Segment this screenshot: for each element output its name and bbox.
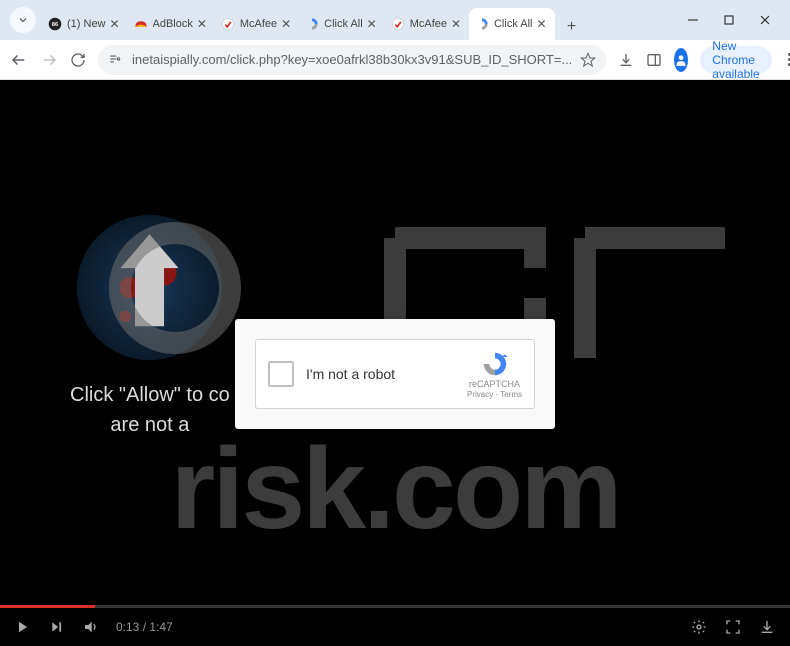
tab-label: Click All bbox=[494, 18, 533, 30]
close-icon[interactable]: ✕ bbox=[365, 17, 379, 31]
svg-text:86: 86 bbox=[52, 22, 58, 28]
close-icon[interactable]: ✕ bbox=[535, 17, 549, 31]
minimize-button[interactable] bbox=[684, 11, 702, 29]
recaptcha-links[interactable]: Privacy - Terms bbox=[467, 390, 522, 399]
tab-label: McAfee bbox=[410, 18, 447, 30]
close-icon[interactable]: ✕ bbox=[279, 17, 293, 31]
tab-4[interactable]: Click All ✕ bbox=[299, 8, 385, 40]
titlebar: 86 (1) New ✕ AdBlock ✕ McAfee ✕ Click Al… bbox=[0, 0, 790, 40]
favicon-recaptcha-icon bbox=[475, 17, 489, 31]
tab-3[interactable]: McAfee ✕ bbox=[215, 8, 299, 40]
tab-label: Click All bbox=[324, 18, 363, 30]
favicon-86-icon: 86 bbox=[48, 17, 62, 31]
settings-icon[interactable] bbox=[690, 618, 708, 636]
video-controls: 0:13 / 1:47 bbox=[0, 608, 790, 646]
forward-button[interactable] bbox=[40, 48, 58, 72]
favicon-adblock-icon bbox=[134, 17, 148, 31]
tab-6-active[interactable]: Click All ✕ bbox=[469, 8, 555, 40]
tab-label: AdBlock bbox=[153, 18, 193, 30]
play-button[interactable] bbox=[14, 618, 32, 636]
menu-button[interactable] bbox=[784, 53, 790, 66]
site-info-icon[interactable] bbox=[108, 52, 124, 68]
recaptcha-checkbox[interactable] bbox=[268, 361, 294, 387]
recaptcha-dialog: I'm not a robot reCAPTCHA Privacy - Term… bbox=[235, 319, 555, 429]
new-tab-button[interactable]: + bbox=[559, 14, 585, 40]
search-tabs-button[interactable] bbox=[10, 7, 36, 33]
address-bar[interactable]: inetaispially.com/click.php?key=xoe0afrk… bbox=[98, 45, 606, 75]
volume-button[interactable] bbox=[82, 618, 100, 636]
fullscreen-icon[interactable] bbox=[724, 618, 742, 636]
downloads-icon[interactable] bbox=[618, 49, 634, 71]
recaptcha-anchor[interactable]: I'm not a robot reCAPTCHA Privacy - Term… bbox=[255, 339, 535, 409]
bookmark-star-icon[interactable] bbox=[580, 52, 596, 68]
favicon-mcafee-icon bbox=[221, 17, 235, 31]
tab-label: McAfee bbox=[240, 18, 277, 30]
tab-2[interactable]: AdBlock ✕ bbox=[128, 8, 215, 40]
page-content: Click "Allow" to co are not a risk.com I… bbox=[0, 80, 790, 646]
download-video-icon[interactable] bbox=[758, 618, 776, 636]
tab-strip: 86 (1) New ✕ AdBlock ✕ McAfee ✕ Click Al… bbox=[42, 0, 676, 40]
reload-button[interactable] bbox=[70, 48, 86, 72]
recaptcha-logo: reCAPTCHA Privacy - Terms bbox=[467, 350, 522, 399]
toolbar: inetaispially.com/click.php?key=xoe0afrk… bbox=[0, 40, 790, 80]
url-text: inetaispially.com/click.php?key=xoe0afrk… bbox=[132, 52, 572, 67]
profile-button[interactable] bbox=[674, 48, 688, 72]
maximize-button[interactable] bbox=[720, 11, 738, 29]
video-time: 0:13 / 1:47 bbox=[116, 620, 173, 634]
favicon-recaptcha-icon bbox=[305, 17, 319, 31]
side-panel-icon[interactable] bbox=[646, 49, 662, 71]
next-button[interactable] bbox=[48, 618, 66, 636]
window-controls bbox=[676, 11, 782, 29]
close-icon[interactable]: ✕ bbox=[108, 17, 122, 31]
back-button[interactable] bbox=[10, 48, 28, 72]
close-icon[interactable]: ✕ bbox=[449, 17, 463, 31]
tab-1[interactable]: 86 (1) New ✕ bbox=[42, 8, 128, 40]
tab-label: (1) New bbox=[67, 18, 106, 30]
recaptcha-label: I'm not a robot bbox=[306, 366, 467, 382]
allow-text: Click "Allow" to co are not a bbox=[70, 380, 230, 440]
tab-5[interactable]: McAfee ✕ bbox=[385, 8, 469, 40]
chrome-update-badge[interactable]: New Chrome available bbox=[700, 46, 771, 74]
close-icon[interactable]: ✕ bbox=[195, 17, 209, 31]
recaptcha-icon bbox=[480, 350, 510, 378]
favicon-mcafee-icon bbox=[391, 17, 405, 31]
arrow-up-graphic bbox=[72, 210, 227, 365]
close-window-button[interactable] bbox=[756, 11, 774, 29]
